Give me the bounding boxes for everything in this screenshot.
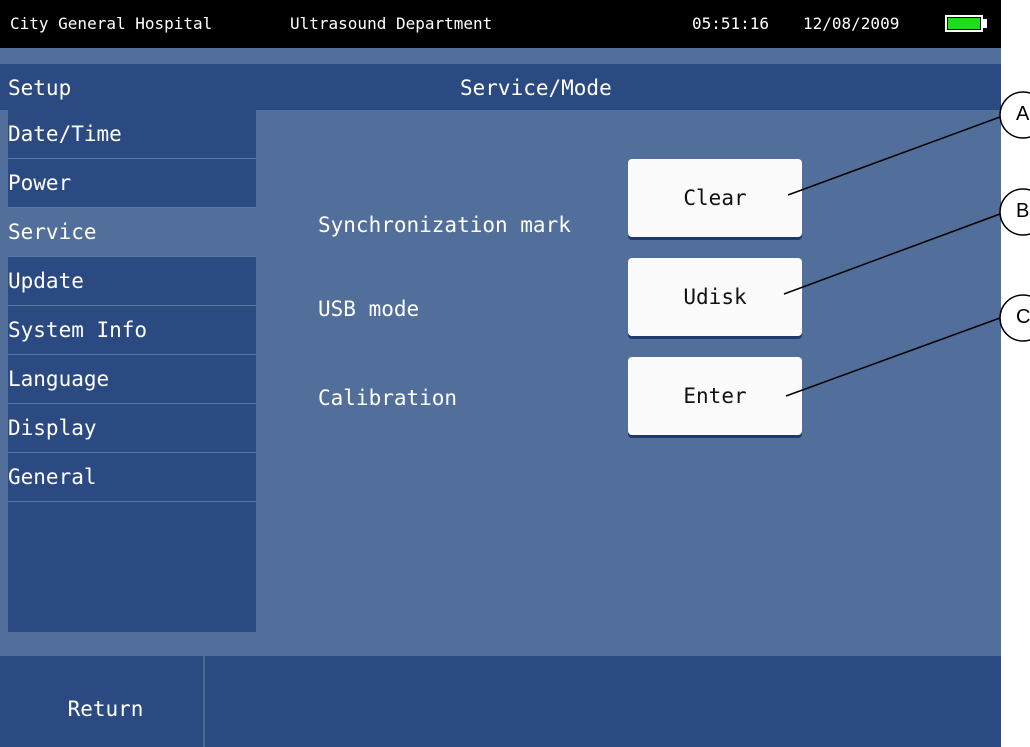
bottom-bar: Return bbox=[0, 656, 1001, 747]
clear-button[interactable]: Clear bbox=[628, 159, 802, 237]
sidebar-item-date-time[interactable]: Date/Time bbox=[8, 110, 256, 159]
calibration-label: Calibration bbox=[318, 386, 458, 410]
page-title: Service/Mode bbox=[460, 76, 612, 100]
usb-mode-label: USB mode bbox=[318, 297, 420, 321]
sidebar-item-service[interactable]: Service bbox=[8, 208, 256, 257]
sidebar-item-display[interactable]: Display bbox=[8, 404, 256, 453]
department-name: Ultrasound Department bbox=[290, 14, 493, 33]
sync-mark-label: Synchronization mark bbox=[318, 213, 571, 237]
status-bar: City General Hospital Ultrasound Departm… bbox=[0, 0, 1001, 48]
callout-letter-b: B bbox=[1016, 200, 1030, 222]
enter-button[interactable]: Enter bbox=[628, 357, 802, 435]
sidebar-item-power[interactable]: Power bbox=[8, 159, 256, 208]
hospital-name: City General Hospital bbox=[10, 14, 213, 33]
setup-label: Setup bbox=[8, 76, 72, 100]
callout-letter-c: C bbox=[1016, 306, 1030, 328]
device-screen: City General Hospital Ultrasound Departm… bbox=[0, 0, 1001, 747]
sidebar: Date/Time Power Service Update System In… bbox=[8, 110, 256, 632]
header-bar: Setup Service/Mode bbox=[0, 64, 1001, 110]
sidebar-item-system-info[interactable]: System Info bbox=[8, 306, 256, 355]
battery-tip bbox=[983, 19, 987, 28]
battery-full-icon bbox=[945, 15, 983, 32]
callout-letter-a: A bbox=[1016, 103, 1030, 125]
return-button[interactable]: Return bbox=[8, 656, 205, 747]
status-date: 12/08/2009 bbox=[803, 14, 900, 33]
sidebar-item-update[interactable]: Update bbox=[8, 257, 256, 306]
status-time: 05:51:16 bbox=[692, 14, 770, 33]
udisk-button[interactable]: Udisk bbox=[628, 258, 802, 336]
battery-level bbox=[948, 18, 980, 29]
sidebar-item-general[interactable]: General bbox=[8, 453, 256, 502]
sidebar-item-language[interactable]: Language bbox=[8, 355, 256, 404]
